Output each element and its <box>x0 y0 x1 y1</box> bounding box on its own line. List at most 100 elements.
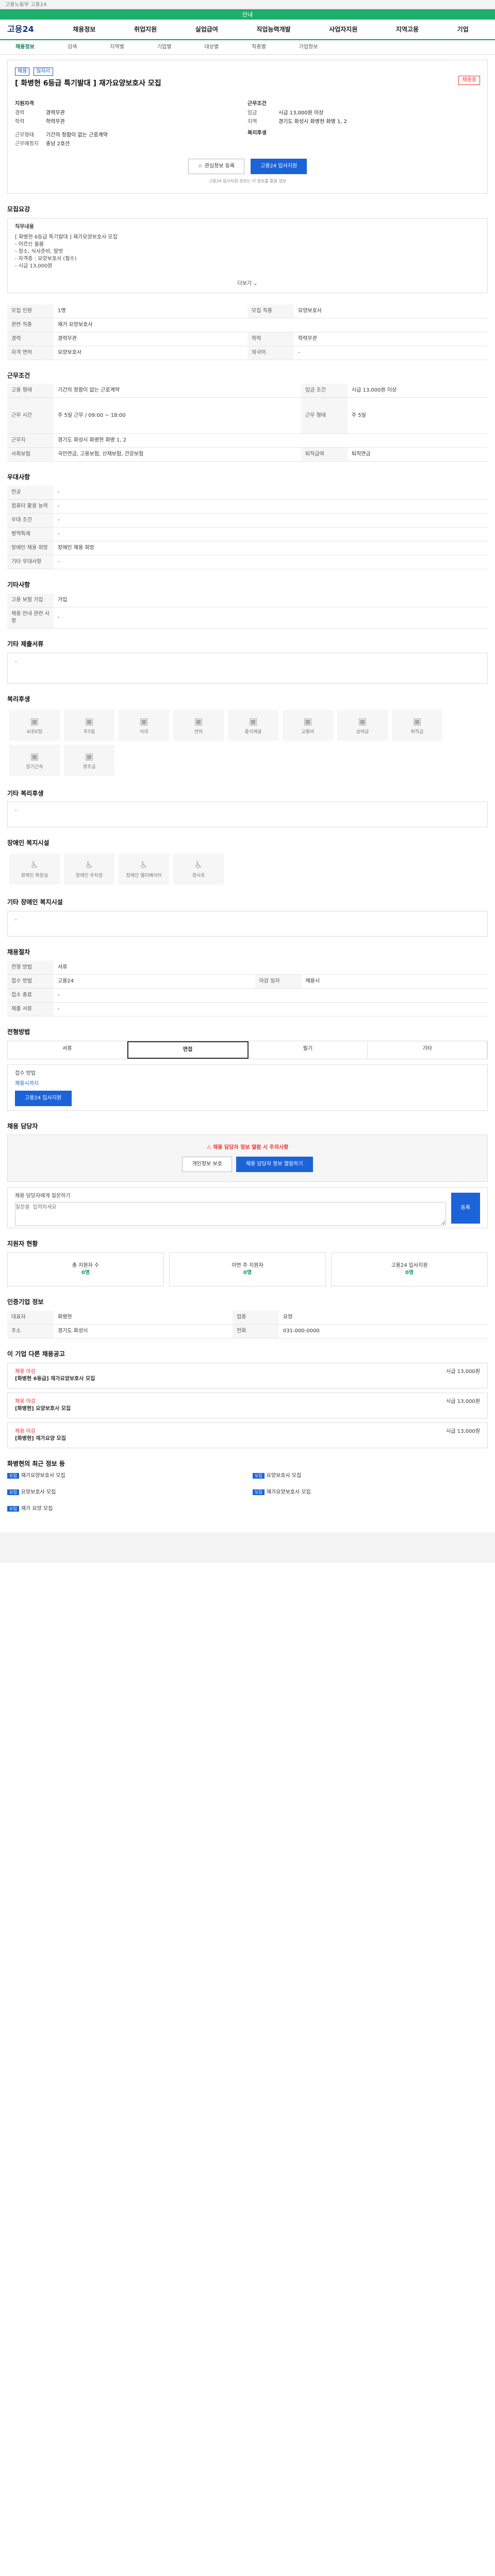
sub-nav-item[interactable]: 채용정보 <box>15 44 35 51</box>
etc-table: 고용 보험 가입 가입 채용 안내 관련 사항 - <box>7 593 488 629</box>
feature-icon: ♿ <box>139 860 148 871</box>
feature-icon: ▣ <box>85 716 94 727</box>
job-card[interactable]: 채용 마감 [화병현] 재가요양 모집 시급 13,000원 <box>7 1422 488 1448</box>
value: 학력무관 <box>46 118 65 125</box>
value: 시급 13,000원 이상 <box>278 110 324 116</box>
nav-item[interactable]: 지역고용 <box>396 25 419 34</box>
submit-button[interactable]: 등록 <box>451 1193 480 1224</box>
section-title: 화병현의 최근 정보 등 <box>7 1460 65 1467</box>
sub-nav-item[interactable]: 대상별 <box>204 44 219 51</box>
sub-nav-item[interactable]: 기업정보 <box>299 44 318 51</box>
feature-label: 식대 <box>139 729 148 735</box>
nav-item[interactable]: 실업급여 <box>195 25 218 34</box>
sub-nav-item[interactable]: 기업별 <box>157 44 172 51</box>
value: - <box>54 1002 488 1016</box>
value: 재가 요양보호사 <box>54 318 488 332</box>
nav-item[interactable]: 사업자지원 <box>329 25 357 34</box>
nav-item[interactable]: 취업지원 <box>134 25 157 34</box>
tab[interactable]: 필기 <box>249 1041 368 1059</box>
section-title: 복리후생 <box>7 695 30 703</box>
label: 임금 <box>248 110 257 116</box>
feature-tile: ▣ 경조금 <box>64 744 114 776</box>
question-input[interactable] <box>15 1202 446 1226</box>
tab[interactable]: 면접 <box>127 1041 249 1059</box>
tab[interactable]: 기타 <box>368 1041 487 1059</box>
job-card-title: [화병현 6등급] 재가요양보호사 모집 <box>15 1376 95 1382</box>
label: 관련 직종 <box>7 318 54 332</box>
value: 주 5일 근무 / 09:00 ~ 18:00 <box>54 397 301 434</box>
feature-icon: ▣ <box>139 716 148 727</box>
env-section: 우대사항 전공 - 컴퓨터 활용 능력 - 우대 조건 - 병역특례 - 장애인 채용 … <box>7 473 488 570</box>
feature-label: 장애인 엘리베이터 <box>126 873 162 879</box>
feature-tile: ♿ 경사로 <box>173 854 224 885</box>
header: 고용24 채용정보 취업지원 실업급여 직업능력개발 사업자지원 지역고용 기업 <box>0 20 495 40</box>
job-card[interactable]: 채용 마감 [화병현 6등급] 재가요양보호사 모집 시급 13,000원 <box>7 1362 488 1388</box>
label: 전형 방법 <box>7 960 54 975</box>
news-item[interactable]: 모집 요양보호사 모집 <box>7 1489 242 1496</box>
apply-button[interactable]: 고용24 입사지원 <box>251 158 307 174</box>
notice-banner[interactable]: 안내 <box>0 9 495 20</box>
news-item[interactable]: 모집 재가요양보호사 모집 <box>7 1472 242 1480</box>
nav-item[interactable]: 직업능력개발 <box>256 25 290 34</box>
work-table: 고용 형태 기간의 정함이 없는 근로계약 임금 조건 시급 13,000원 이상 근… <box>7 384 488 462</box>
feature-icon: ▣ <box>30 716 39 727</box>
recommend-section: 이 기업 다른 채용공고 채용 마감 [화병현 6등급] 재가요양보호사 모집 시급… <box>7 1350 488 1448</box>
value: 퇴직연금 <box>347 447 488 462</box>
star-icon: ☆ <box>197 163 203 169</box>
stat-card: 총 지원자 수 0명 <box>7 1252 164 1287</box>
feature-tile: ▣ 식대 <box>119 709 169 741</box>
value: 요양 <box>278 1310 488 1325</box>
label: 지역 <box>248 118 257 125</box>
job-card-title: [화병현] 요양보호사 모집 <box>15 1405 71 1412</box>
feature-label: 4대보험 <box>26 729 43 735</box>
value: 기간의 정함이 없는 근로계약 <box>46 132 108 138</box>
site-logo[interactable]: 고용24 <box>7 24 54 35</box>
feature-tile: ▣ 연차 <box>173 709 224 741</box>
sub-nav-item[interactable]: 지역별 <box>110 44 124 51</box>
value: - <box>54 555 488 570</box>
feature-tile: ▣ 중식제공 <box>228 709 278 741</box>
feature-icon: ♿ <box>85 860 94 871</box>
job-summary: 채용 일자리 채용중 [ 화병현 6등급 특기발대 ] 재가요양보호사 모집 지… <box>7 60 488 194</box>
nav-item[interactable]: 기업 <box>457 25 469 34</box>
label: 외국어 <box>248 346 294 360</box>
label: 접수 방법 <box>7 974 54 989</box>
news-item[interactable]: 모집 요양보호사 모집 <box>253 1472 488 1480</box>
label: 병역특례 <box>7 527 54 542</box>
privacy-button[interactable]: 개인정보 보호 <box>182 1157 232 1173</box>
more-button[interactable]: 더보기 ⌄ <box>15 280 480 287</box>
section-title: 채용절차 <box>7 948 30 956</box>
tab[interactable]: 서류 <box>8 1041 127 1059</box>
apply-button[interactable]: 고용24 입사지원 <box>15 1090 72 1106</box>
doc-section: 기타 제출서류 - <box>7 640 488 684</box>
doc-value: - <box>7 652 488 684</box>
sub-nav-item[interactable]: 직종별 <box>252 44 266 51</box>
company-section: 인증기업 정보 대표자 화병현 업종 요양 주소 경기도 화성시 전화 031-000-00… <box>7 1298 488 1338</box>
view-manager-button[interactable]: 채용 담당자 정보 열람하기 <box>236 1157 313 1173</box>
feature-label: 중식제공 <box>244 729 262 735</box>
sub-nav-item[interactable]: 검색 <box>68 44 77 51</box>
value: 서류 <box>54 960 488 975</box>
line: - 청소, 식사준비, 말벗 <box>15 248 63 255</box>
warning-box: ⚠ 채용 담당자 정보 열람 시 주의사항 개인정보 보호 채용 담당자 정보 … <box>7 1134 488 1182</box>
stat-card: 이번 주 지원자 0명 <box>169 1252 326 1287</box>
value: 충남 2호선 <box>46 141 70 147</box>
feature-icon: ♿ <box>30 860 39 871</box>
label: 장애인 채용 희망 <box>7 541 54 556</box>
value: 국민연금, 고용보험, 산재보험, 건강보험 <box>54 447 301 462</box>
stat-label: 고용24 입사지원 <box>391 1263 428 1269</box>
disability-grid: ♿ 장애인 화장실 ♿ 장애인 주차장 ♿ 장애인 엘리베이터 ♿ 경사로 <box>7 852 488 887</box>
feature-icon: ▣ <box>249 716 258 727</box>
value: 주 5일 <box>347 397 488 434</box>
news-item[interactable]: 모집 재가요양보호사 모집 <box>253 1489 488 1496</box>
news-item[interactable]: 모집 재가 요양 모집 <box>7 1505 242 1513</box>
feature-tile: ▣ 퇴직금 <box>392 709 442 741</box>
bookmark-button[interactable]: ☆ 관심정보 등록 <box>188 158 245 174</box>
label: 접수 방법 <box>15 1070 36 1076</box>
job-card[interactable]: 채용 마감 [화병현] 요양보호사 모집 시급 13,000원 <box>7 1392 488 1418</box>
nav-item[interactable]: 채용정보 <box>73 25 95 34</box>
stat-card: 고용24 입사지원 0명 <box>331 1252 488 1287</box>
line: [ 화병현 6등급 특기발대 ] 재가요양보호사 모집 <box>15 234 118 240</box>
feature-label: 퇴직금 <box>410 729 424 735</box>
feature-icon: ▣ <box>412 716 422 727</box>
